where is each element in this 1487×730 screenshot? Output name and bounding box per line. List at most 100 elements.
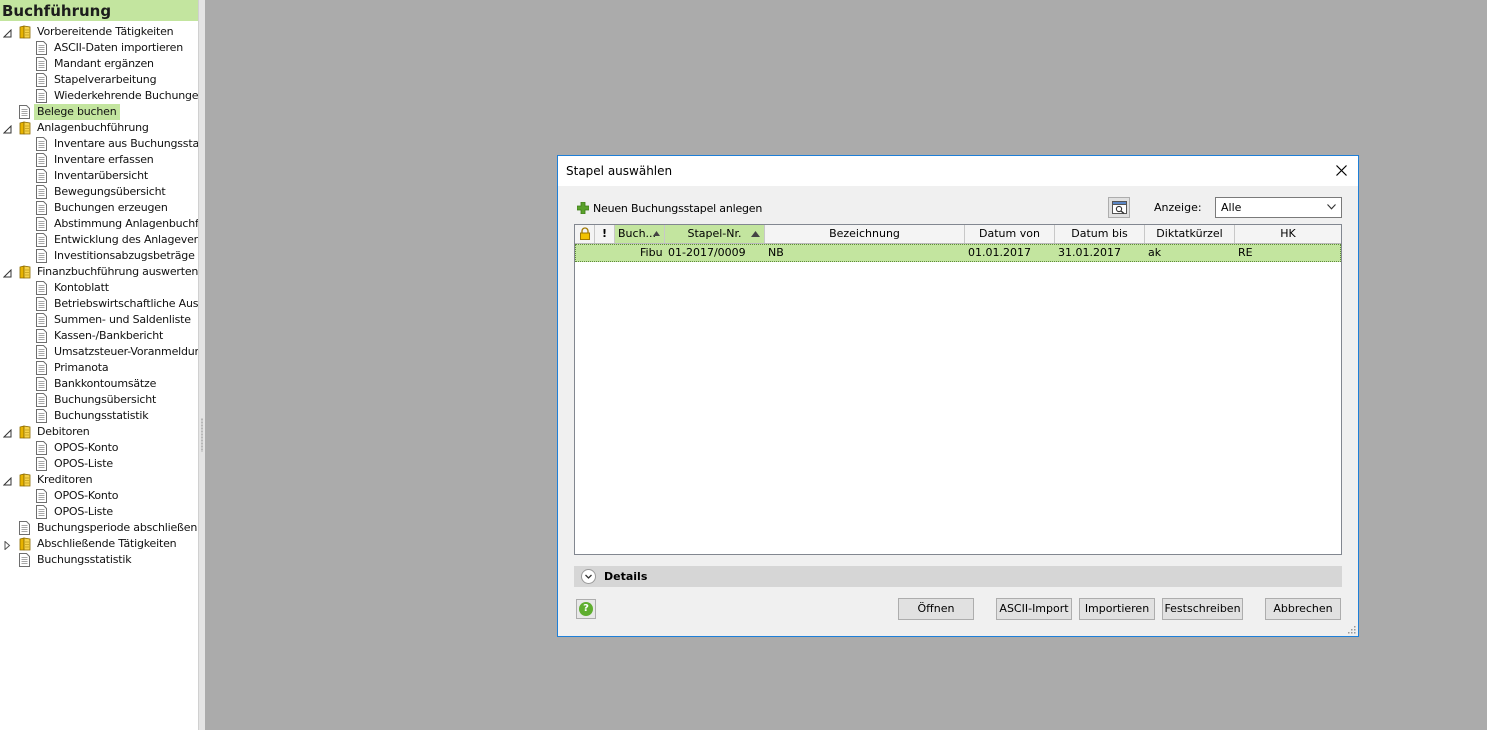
tree-item-label: Mandant ergänzen xyxy=(54,57,154,70)
batch-table[interactable]: ! Buch... Stapel-Nr. Bezeichnung Datum v… xyxy=(574,224,1342,555)
tree-folder-item[interactable]: Debitoren xyxy=(0,424,198,440)
expanded-arrow-icon[interactable] xyxy=(2,428,12,438)
tree-item-label: Wiederkehrende Buchunge... xyxy=(54,89,198,102)
tree-folder-item[interactable]: Anlagenbuchführung xyxy=(0,120,198,136)
tree-item-label: Betriebswirtschaftliche Aus... xyxy=(54,297,198,310)
tree-item[interactable]: Wiederkehrende Buchunge... xyxy=(0,88,198,104)
resize-grip-icon[interactable] xyxy=(1348,626,1356,634)
expanded-arrow-icon[interactable] xyxy=(2,476,12,486)
close-button[interactable] xyxy=(1326,156,1358,186)
cell-batch-number: 01-2017/0009 xyxy=(668,246,746,259)
tree-item[interactable]: OPOS-Konto xyxy=(0,440,198,456)
document-icon xyxy=(36,345,48,359)
chevron-down-icon xyxy=(1327,204,1336,210)
filter-button[interactable] xyxy=(1108,197,1130,218)
tree-item[interactable]: Abstimmung Anlagenbuchf... xyxy=(0,216,198,232)
book-icon xyxy=(19,25,31,39)
cancel-button[interactable]: Abbrechen xyxy=(1265,598,1341,620)
tree-item-label: Inventare aus Buchungssta... xyxy=(54,137,198,150)
document-icon xyxy=(36,233,48,247)
tree-item-label: Inventare erfassen xyxy=(54,153,154,166)
tree-folder-item[interactable]: Vorbereitende Tätigkeiten xyxy=(0,24,198,40)
column-header-hk[interactable]: HK xyxy=(1235,225,1341,243)
table-row[interactable]: Fibu 01-2017/0009 NB 01.01.2017 31.01.20… xyxy=(575,244,1341,262)
tree-item[interactable]: Bankkontoumsätze xyxy=(0,376,198,392)
column-header-description[interactable]: Bezeichnung xyxy=(765,225,965,243)
tree-item[interactable]: Buchungen erzeugen xyxy=(0,200,198,216)
collapsed-arrow-icon[interactable] xyxy=(3,540,12,551)
document-icon xyxy=(36,281,48,295)
navigation-sidebar: Buchführung Vorbereitende Tätigkeiten ASC… xyxy=(0,0,198,730)
tree-item[interactable]: OPOS-Liste xyxy=(0,504,198,520)
tree-item-label: Summen- und Saldenliste xyxy=(54,313,191,326)
column-header-booking-type[interactable]: Buch... xyxy=(615,225,665,243)
tree-item[interactable]: Buchungsstatistik xyxy=(0,408,198,424)
sidebar-splitter[interactable] xyxy=(198,0,205,730)
select-batch-dialog: Stapel auswählen Neuen Buchungsstapel an… xyxy=(557,155,1359,637)
column-header-lock[interactable] xyxy=(575,225,595,243)
tree-item[interactable]: Primanota xyxy=(0,360,198,376)
expanded-arrow-icon[interactable] xyxy=(2,28,12,38)
book-icon xyxy=(19,265,31,279)
commit-button[interactable]: Festschreiben xyxy=(1162,598,1243,620)
tree-item-label: Stapelverarbeitung xyxy=(54,73,157,86)
tree-item[interactable]: Mandant ergänzen xyxy=(0,56,198,72)
cell-dictation-code: ak xyxy=(1148,246,1162,259)
splitter-grip[interactable] xyxy=(201,418,203,452)
tree-item[interactable]: Buchungsstatistik xyxy=(0,552,198,568)
tree-item[interactable]: ASCII-Daten importieren xyxy=(0,40,198,56)
column-header-date-to[interactable]: Datum bis xyxy=(1055,225,1145,243)
column-header-dictation-code[interactable]: Diktatkürzel xyxy=(1145,225,1235,243)
tree-item-label: Buchungsstatistik xyxy=(37,553,132,566)
ascii-import-button[interactable]: ASCII-Import xyxy=(996,598,1072,620)
tree-item[interactable]: Entwicklung des Anlagever... xyxy=(0,232,198,248)
tree-item[interactable]: Inventare erfassen xyxy=(0,152,198,168)
help-button[interactable]: ? xyxy=(576,599,596,619)
column-header-priority[interactable]: ! xyxy=(595,225,615,243)
tree-folder-item[interactable]: Abschließende Tätigkeiten xyxy=(0,536,198,552)
import-button[interactable]: Importieren xyxy=(1079,598,1155,620)
document-icon xyxy=(36,361,48,375)
tree-item[interactable]: OPOS-Liste xyxy=(0,456,198,472)
details-expander[interactable]: Details xyxy=(574,566,1342,587)
document-icon xyxy=(36,409,48,423)
tree-folder-item[interactable]: Finanzbuchführung auswerten xyxy=(0,264,198,280)
display-filter-label: Anzeige: xyxy=(1154,201,1202,214)
cell-description: NB xyxy=(768,246,784,259)
dialog-titlebar[interactable]: Stapel auswählen xyxy=(558,156,1358,186)
tree-item[interactable]: Umsatzsteuer-Voranmeldung xyxy=(0,344,198,360)
open-button[interactable]: Öffnen xyxy=(898,598,974,620)
tree-item[interactable]: Summen- und Saldenliste xyxy=(0,312,198,328)
tree-item[interactable]: Belege buchen xyxy=(0,104,198,120)
tree-item[interactable]: Inventarübersicht xyxy=(0,168,198,184)
tree-item[interactable]: Inventare aus Buchungssta... xyxy=(0,136,198,152)
column-header-date-from[interactable]: Datum von xyxy=(965,225,1055,243)
document-icon xyxy=(36,73,48,87)
tree-item-label: ASCII-Daten importieren xyxy=(54,41,183,54)
expanded-arrow-icon[interactable] xyxy=(2,124,12,134)
document-icon xyxy=(19,553,31,567)
plus-icon xyxy=(577,202,589,214)
new-batch-button[interactable]: Neuen Buchungsstapel anlegen xyxy=(577,200,762,216)
tree-item[interactable]: Betriebswirtschaftliche Aus... xyxy=(0,296,198,312)
document-icon xyxy=(19,521,31,535)
tree-item-label: Kreditoren xyxy=(37,473,93,486)
tree-item[interactable]: OPOS-Konto xyxy=(0,488,198,504)
display-filter-select[interactable]: Alle xyxy=(1215,197,1342,218)
tree-item[interactable]: Kontoblatt xyxy=(0,280,198,296)
close-icon xyxy=(1336,165,1347,176)
tree-item[interactable]: Buchungsperiode abschließen xyxy=(0,520,198,536)
tree-item[interactable]: Investitionsabzugsbeträge xyxy=(0,248,198,264)
expanded-arrow-icon[interactable] xyxy=(2,268,12,278)
help-icon: ? xyxy=(579,602,593,616)
tree-item[interactable]: Stapelverarbeitung xyxy=(0,72,198,88)
tree-item-label: Kontoblatt xyxy=(54,281,109,294)
tree-item-label: Anlagenbuchführung xyxy=(37,121,149,134)
tree-item[interactable]: Kassen-/Bankbericht xyxy=(0,328,198,344)
tree-item[interactable]: Buchungsübersicht xyxy=(0,392,198,408)
tree-item[interactable]: Bewegungsübersicht xyxy=(0,184,198,200)
book-icon xyxy=(19,537,31,551)
tree-folder-item[interactable]: Kreditoren xyxy=(0,472,198,488)
tree-item-label: Buchungen erzeugen xyxy=(54,201,168,214)
column-header-batch-number[interactable]: Stapel-Nr. xyxy=(665,225,765,243)
